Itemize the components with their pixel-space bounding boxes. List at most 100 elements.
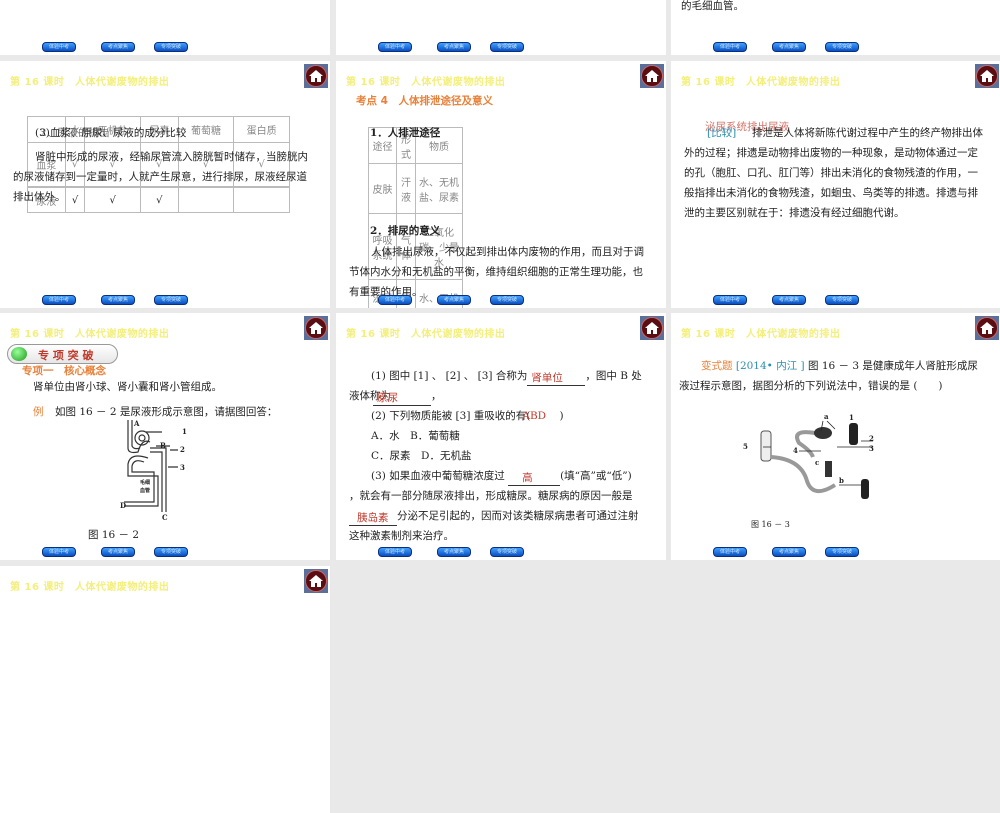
figure-label: C <box>162 513 168 522</box>
figure-label: 2 <box>180 445 185 454</box>
nav-bar: 体验中考 考点聚焦 专项突破 <box>671 295 1000 307</box>
question-2: (2) 下列物质能被 [3] 重吸收的有(ABD ) <box>371 410 564 422</box>
slide-text: 的毛细血管。 <box>681 0 744 12</box>
slide-statement: 肾单位由肾小球、肾小囊和肾小管组成。 <box>33 381 222 393</box>
figure-label: A <box>133 419 140 428</box>
nav-button[interactable]: 专项突破 <box>490 547 524 557</box>
home-button[interactable] <box>304 316 328 340</box>
slide-header-title: 第 16 课时 人体代谢废物的排出 <box>10 329 170 340</box>
question-3-cont: 胰岛素 分泌不足引起的，因而对该类糖尿病患者可通过注射 <box>349 506 639 526</box>
nav-bar: 体验中考 考点聚焦 专项突破 <box>336 295 666 307</box>
nav-button[interactable]: 考点聚焦 <box>437 42 471 52</box>
nav-button[interactable]: 体验中考 <box>42 547 76 557</box>
nav-button[interactable]: 考点聚焦 <box>101 295 135 305</box>
home-button[interactable] <box>304 64 328 88</box>
answer-1b: 原尿 <box>377 392 398 404</box>
slide-thumbnail[interactable]: 第 16 课时 人体代谢废物的排出 <box>0 566 330 813</box>
nav-button[interactable]: 专项突破 <box>490 42 524 52</box>
nav-button[interactable]: 考点聚焦 <box>772 547 806 557</box>
nav-button[interactable]: 考点聚焦 <box>437 295 471 305</box>
slide-paragraph: 排泄是人体将新陈代谢过程中产生的终产物排出体外的过程；排遗是动物排出废物的一种现… <box>684 127 983 219</box>
nav-button[interactable]: 考点聚焦 <box>101 547 135 557</box>
home-icon <box>976 317 998 339</box>
nav-button[interactable]: 专项突破 <box>825 547 859 557</box>
nav-button[interactable]: 考点聚焦 <box>772 295 806 305</box>
slide-thumbnail[interactable]: 第 16 课时 人体代谢废物的排出 水无机盐尿素葡萄糖蛋白质 血浆√√√√√ 原… <box>0 61 330 308</box>
home-icon <box>305 317 327 339</box>
nav-button[interactable]: 专项突破 <box>154 42 188 52</box>
home-button[interactable] <box>975 316 999 340</box>
slide-header-title: 第 16 课时 人体代谢废物的排出 <box>346 77 506 88</box>
nav-button[interactable]: 考点聚焦 <box>101 42 135 52</box>
section-title: 考点 4 人体排泄途径及意义 <box>356 95 493 107</box>
figure-label: D <box>120 501 126 510</box>
home-icon <box>305 570 327 592</box>
home-button[interactable] <box>975 64 999 88</box>
nav-button[interactable]: 专项突破 <box>825 295 859 305</box>
figure-caption: 图 16 － 3 <box>751 520 790 529</box>
slide-subtitle: 2．尿液的排出 <box>40 127 110 139</box>
slide-header-title: 第 16 课时 人体代谢废物的排出 <box>10 582 170 593</box>
question-1: (1) 图中 [1] 、 [2] 、 [3] 合称为 肾单位 ，图中 B 处 <box>371 366 642 386</box>
question-3: (3) 如果血液中葡萄糖浓度过 高 (填“高”或“低”) <box>371 466 632 486</box>
nav-button[interactable]: 体验中考 <box>713 295 747 305</box>
nav-button[interactable]: 专项突破 <box>825 42 859 52</box>
home-button[interactable] <box>640 64 664 88</box>
slide-thumbnail[interactable]: 第 16 课时 人体代谢废物的排出 变式题 [2014• 内江 ] 图 16 －… <box>671 313 1000 560</box>
question-3-cont: 这种激素制剂来治疗。 <box>349 530 454 542</box>
option-cd: C．尿素 D．无机盐 <box>371 450 472 462</box>
nav-button[interactable]: 体验中考 <box>378 42 412 52</box>
nav-button[interactable]: 体验中考 <box>42 42 76 52</box>
nav-button[interactable]: 体验中考 <box>378 547 412 557</box>
nav-button[interactable]: 专项突破 <box>490 295 524 305</box>
kidney-process-diagram: a 1 2 3 4 5 b c <box>743 412 874 499</box>
slide-header-title: 第 16 课时 人体代谢废物的排出 <box>681 329 841 340</box>
answer-3b: 胰岛素 <box>357 512 389 524</box>
nav-button[interactable]: 专项突破 <box>154 547 188 557</box>
nav-button[interactable]: 体验中考 <box>713 42 747 52</box>
nav-button[interactable]: 体验中考 <box>713 547 747 557</box>
home-button[interactable] <box>640 316 664 340</box>
slide-thumbnail[interactable]: 体验中考 考点聚焦 专项突破 <box>0 0 330 55</box>
home-icon <box>305 65 327 87</box>
figure-label: 5 <box>743 442 748 451</box>
nav-button[interactable]: 考点聚焦 <box>772 42 806 52</box>
nav-bar: 体验中考 考点聚焦 专项突破 <box>671 42 1000 54</box>
figure-label: a <box>824 412 829 421</box>
example-tag: 例 <box>33 406 44 418</box>
nav-bar: 体验中考 考点聚焦 专项突破 <box>336 547 666 559</box>
answer-1: 肾单位 <box>531 372 563 384</box>
figure-caption: 图 16 － 2 <box>88 529 140 541</box>
answer-2: ABD <box>522 410 547 422</box>
home-icon <box>641 65 663 87</box>
nav-button[interactable]: 考点聚焦 <box>437 547 471 557</box>
slide-thumbnail[interactable]: 体验中考 考点聚焦 专项突破 <box>336 0 666 55</box>
home-icon <box>641 317 663 339</box>
slide-header-title: 第 16 课时 人体代谢废物的排出 <box>10 77 170 88</box>
nav-button[interactable]: 体验中考 <box>378 295 412 305</box>
question-1-cont: 液体称为 原尿， <box>349 386 442 406</box>
slide-paragraph: 人体排出尿液，不仅起到排出体内废物的作用，而且对于调节体内水分和无机盐的平衡，维… <box>349 246 644 298</box>
variant-question-cont: 液过程示意图，据图分析的下列说法中，错误的是 ( ) <box>679 380 943 392</box>
slide-thumbnail[interactable]: 第 16 课时 人体代谢废物的排出 泌尿系统排出尿液 [比较] 排泄是人体将新陈… <box>671 61 1000 308</box>
figure-label: 1 <box>182 427 187 436</box>
figure-label: 血管 <box>140 487 150 494</box>
figure-label: 3 <box>869 444 874 453</box>
answer-3: 高 <box>522 472 533 484</box>
nephron-diagram: A 1 B 2 3 毛细 血管 D C <box>120 419 187 522</box>
slide-paragraph: 肾脏中形成的尿液，经输尿管流入膀胱暂时储存，当膀胱内的尿液储存到一定量时，人就产… <box>13 151 308 203</box>
nav-button[interactable]: 专项突破 <box>154 295 188 305</box>
slide-thumbnail[interactable]: 第 16 课时 人体代谢废物的排出 专 项 突 破 专项一 核心概念 肾单位由肾… <box>0 313 330 560</box>
figure-label: b <box>839 476 844 485</box>
figure-label: 1 <box>849 413 854 422</box>
nav-bar: 体验中考 考点聚焦 专项突破 <box>336 42 666 54</box>
slide-thumbnail[interactable]: 的毛细血管。 体验中考 考点聚焦 专项突破 <box>671 0 1000 55</box>
nav-bar: 体验中考 考点聚焦 专项突破 <box>0 42 330 54</box>
home-button[interactable] <box>304 569 328 593</box>
slide-thumbnail[interactable]: 第 16 课时 人体代谢废物的排出 考点 4 人体排泄途径及意义 途径 形式 物质 … <box>336 61 666 308</box>
slide-thumbnail[interactable]: 第 16 课时 人体代谢废物的排出 (1) 图中 [1] 、 [2] 、 [3]… <box>336 313 666 560</box>
nav-button[interactable]: 体验中考 <box>42 295 76 305</box>
slide-header-title: 第 16 课时 人体代谢废物的排出 <box>346 329 506 340</box>
figure-label: 4 <box>793 446 798 455</box>
option-ab: A．水 B．葡萄糖 <box>371 430 460 442</box>
